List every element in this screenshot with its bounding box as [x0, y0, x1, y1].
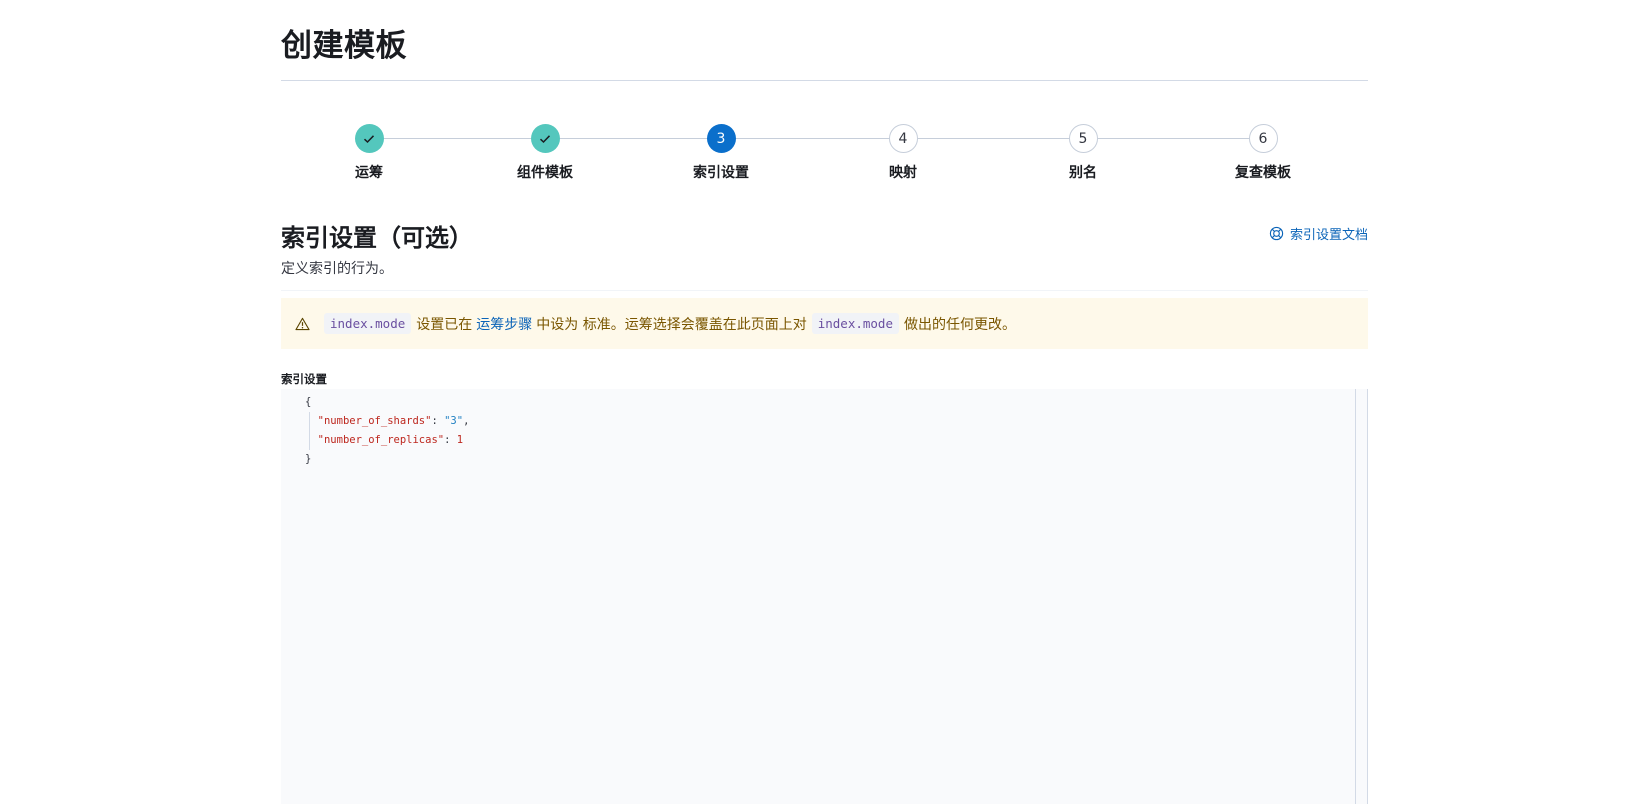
index-mode-warning-callout: index.mode 设置已在 运筹步骤 中设为 标准。运筹选择会覆盖在此页面上…	[281, 298, 1368, 349]
code-line: {	[305, 396, 312, 408]
editor-content[interactable]: { "number_of_shards": "3", "number_of_re…	[305, 393, 469, 469]
step-aliases[interactable]: 5 别名	[1023, 124, 1143, 182]
check-icon	[530, 124, 560, 153]
editor-label: 索引设置	[281, 372, 327, 386]
step-number: 5	[1068, 124, 1098, 153]
code-line: "number_of_shards": "3",	[317, 415, 470, 427]
step-mappings[interactable]: 4 映射	[843, 124, 963, 182]
code-line: }	[305, 453, 312, 465]
step-component-templates[interactable]: 组件模板	[485, 124, 605, 182]
section-description: 定义索引的行为。	[281, 261, 393, 277]
callout-text: 中设为 标准。运筹选择会覆盖在此页面上对	[536, 316, 807, 333]
section-title: 索引设置（可选）	[281, 224, 473, 252]
callout-text: 做出的任何更改。	[903, 316, 1016, 333]
step-label: 复查模板	[1235, 165, 1291, 181]
indent-guide	[309, 412, 310, 450]
step-review-template[interactable]: 6 复查模板	[1203, 124, 1323, 182]
section-divider	[281, 290, 1368, 291]
index-settings-code-editor[interactable]: { "number_of_shards": "3", "number_of_re…	[281, 389, 1368, 804]
inline-code: index.mode	[324, 313, 412, 334]
editor-scrollbar[interactable]	[1355, 389, 1367, 804]
page-title: 创建模板	[281, 28, 407, 64]
step-label: 组件模板	[517, 165, 573, 181]
step-index-settings[interactable]: 3 索引设置	[661, 124, 781, 182]
step-label: 映射	[889, 165, 917, 181]
create-template-page: 创建模板 运筹 组件模板 3 索引设置 4 映射 5 别名 6 复查模板 索引设…	[281, 0, 1368, 804]
step-label: 索引设置	[693, 165, 749, 181]
warning-icon	[295, 317, 310, 331]
title-divider	[281, 80, 1368, 81]
check-icon	[354, 124, 384, 153]
step-logistics[interactable]: 运筹	[309, 124, 429, 182]
code-line: "number_of_replicas": 1	[317, 434, 464, 446]
inline-code: index.mode	[811, 313, 899, 334]
docs-link-label: 索引设置文档	[1289, 228, 1368, 243]
step-label: 别名	[1069, 165, 1097, 181]
step-label: 运筹	[355, 165, 383, 181]
help-lifebuoy-icon	[1269, 226, 1284, 241]
steps-navigation: 运筹 组件模板 3 索引设置 4 映射 5 别名 6 复查模板	[281, 124, 1368, 184]
index-settings-docs-link[interactable]: 索引设置文档	[1269, 224, 1368, 243]
step-number: 4	[888, 124, 918, 153]
callout-text: 设置已在	[416, 316, 473, 333]
step-number: 3	[706, 124, 736, 153]
step-number: 6	[1248, 124, 1278, 153]
logistics-step-link[interactable]: 运筹步骤	[476, 314, 532, 334]
